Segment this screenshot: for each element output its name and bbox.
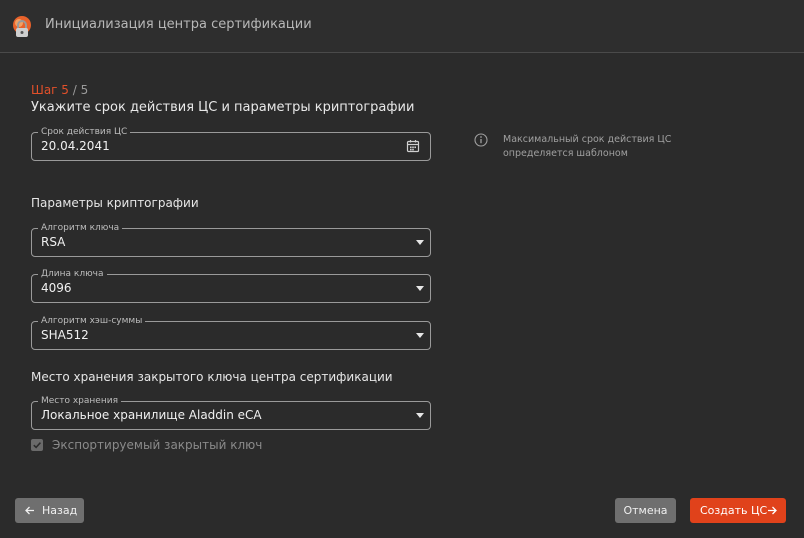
validity-info-text: Максимальный срок действия ЦС определяет…	[503, 134, 672, 159]
hash-algorithm-label: Алгоритм хэш-суммы	[38, 315, 146, 327]
storage-section-title: Место хранения закрытого ключа центра се…	[31, 370, 393, 384]
chevron-down-icon[interactable]	[416, 413, 424, 418]
exportable-key-label: Экспортируемый закрытый ключ	[52, 438, 263, 452]
arrow-left-icon	[25, 506, 34, 515]
calendar-icon[interactable]	[406, 139, 420, 153]
storage-location-label: Место хранения	[38, 395, 121, 407]
create-ca-button-label: Создать ЦС	[700, 504, 768, 517]
chevron-down-icon[interactable]	[416, 240, 424, 245]
hash-algorithm-value: SHA512	[41, 328, 89, 342]
chevron-down-icon[interactable]	[416, 333, 424, 338]
validity-date-field[interactable]: Срок действия ЦС 20.04.2041	[31, 126, 431, 161]
cancel-button[interactable]: Отмена	[615, 498, 676, 523]
info-icon	[474, 133, 488, 147]
back-button[interactable]: Назад	[15, 498, 84, 523]
app-logo-icon	[13, 16, 31, 37]
page-heading: Укажите срок действия ЦС и параметры кри…	[31, 100, 415, 115]
step-total: / 5	[68, 83, 89, 97]
key-length-select[interactable]: Длина ключа 4096	[31, 268, 431, 303]
window-title: Инициализация центра сертификации	[45, 17, 312, 32]
storage-location-select[interactable]: Место хранения Локальное хранилище Aladd…	[31, 395, 431, 430]
crypto-section-title: Параметры криптографии	[31, 196, 199, 210]
chevron-down-icon[interactable]	[416, 286, 424, 291]
step-indicator: Шаг 5 / 5	[31, 83, 88, 97]
hash-algorithm-select[interactable]: Алгоритм хэш-суммы SHA512	[31, 315, 431, 350]
storage-location-value: Локальное хранилище Aladdin eCA	[41, 408, 262, 422]
key-length-value: 4096	[41, 281, 72, 295]
validity-date-value[interactable]: 20.04.2041	[41, 139, 110, 153]
exportable-key-checkbox[interactable]	[31, 439, 43, 451]
key-algorithm-select[interactable]: Алгоритм ключа RSA	[31, 222, 431, 257]
arrow-right-icon	[768, 506, 777, 515]
checkmark-icon	[33, 442, 41, 449]
back-button-label: Назад	[42, 504, 78, 517]
title-bar: Инициализация центра сертификации	[0, 0, 804, 53]
key-algorithm-label: Алгоритм ключа	[38, 222, 123, 234]
key-length-label: Длина ключа	[38, 268, 107, 280]
step-current: Шаг 5	[31, 83, 69, 97]
validity-date-label: Срок действия ЦС	[38, 126, 131, 138]
create-ca-button[interactable]: Создать ЦС	[690, 498, 786, 523]
key-algorithm-value: RSA	[41, 235, 66, 249]
